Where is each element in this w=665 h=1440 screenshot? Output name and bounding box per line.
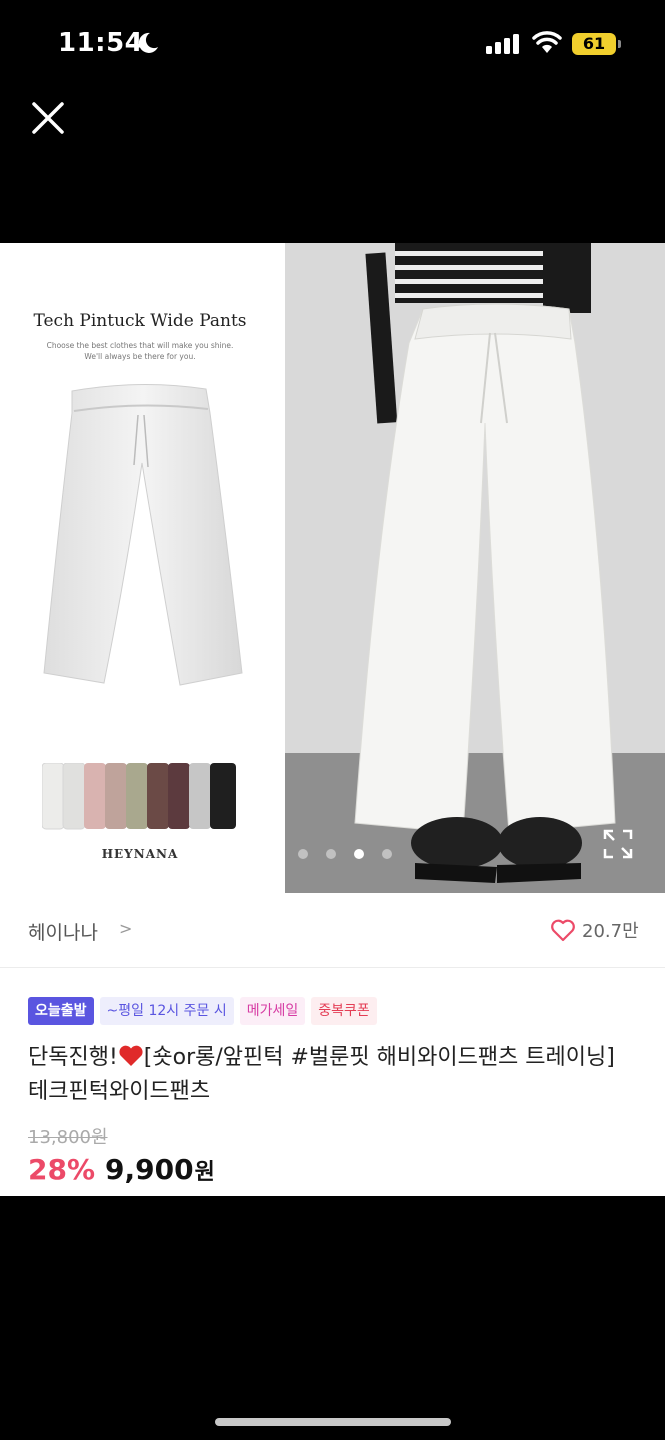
battery-icon: 61 — [572, 33, 616, 55]
red-heart-icon — [119, 1045, 143, 1066]
image-subtitle-2: We'll always be there for you. — [84, 352, 196, 361]
badge-row: 오늘출발 ~평일 12시 주문 시 메가세일 중복쿠폰 — [28, 997, 377, 1025]
store-row: 헤이나나 > 20.7만 — [0, 893, 665, 968]
carousel-dots[interactable] — [298, 849, 392, 859]
wifi-icon — [532, 31, 562, 53]
brand-logo: HEYNANA — [101, 847, 179, 861]
close-icon[interactable] — [30, 100, 66, 136]
carousel-dot-2[interactable] — [326, 849, 336, 859]
battery-tip — [618, 40, 621, 48]
image-subtitle-1: Choose the best clothes that will make y… — [46, 341, 234, 350]
moon-icon — [138, 32, 158, 53]
price-row: 28% 9,900 원 — [28, 1153, 215, 1186]
color-swatches — [42, 763, 236, 830]
model-photo — [285, 243, 665, 893]
image-product-title: Tech Pintuck Wide Pants — [33, 311, 247, 331]
status-bar: 11:54 61 — [0, 0, 665, 90]
original-price: 13,800원 — [28, 1127, 108, 1148]
like-button[interactable]: 20.7만 — [550, 917, 639, 943]
discount-rate: 28% — [28, 1153, 96, 1186]
badge-today-shipping: 오늘출발 — [28, 997, 94, 1025]
title-prefix: 단독진행! — [28, 1045, 118, 1070]
badge-mega-sale: 메가세일 — [239, 997, 306, 1025]
chevron-right-icon[interactable]: > — [119, 919, 132, 938]
carousel-dot-4[interactable] — [382, 849, 392, 859]
like-count: 20.7만 — [582, 921, 639, 942]
store-name-link[interactable]: 헤이나나 — [28, 918, 98, 945]
sale-price: 9,900 — [105, 1153, 194, 1186]
heart-icon — [551, 919, 575, 942]
carousel-dot-1[interactable] — [298, 849, 308, 859]
carousel-dot-3[interactable] — [354, 849, 364, 859]
currency-unit: 원 — [194, 1160, 215, 1185]
status-time: 11:54 — [58, 28, 144, 58]
home-indicator[interactable] — [215, 1418, 451, 1426]
pants-illustration — [43, 383, 243, 686]
product-detail-image: Tech Pintuck Wide Pants Choose the best … — [0, 243, 285, 893]
badge-double-coupon: 중복쿠폰 — [311, 997, 377, 1025]
product-title: 단독진행! [숏or롱/앞핀턱 #벌룬핏 해비와이드팬츠 트레이닝] 테크핀턱와이… — [28, 1041, 638, 1109]
product-info: 헤이나나 > 20.7만 오늘출발 ~평일 12시 주문 시 메가세일 중복쿠폰… — [0, 893, 665, 1196]
badge-order-cutoff: ~평일 12시 주문 시 — [99, 997, 234, 1025]
expand-icon[interactable] — [603, 829, 633, 859]
product-image-gallery[interactable]: Tech Pintuck Wide Pants Choose the best … — [0, 243, 665, 893]
signal-icon — [486, 34, 519, 54]
